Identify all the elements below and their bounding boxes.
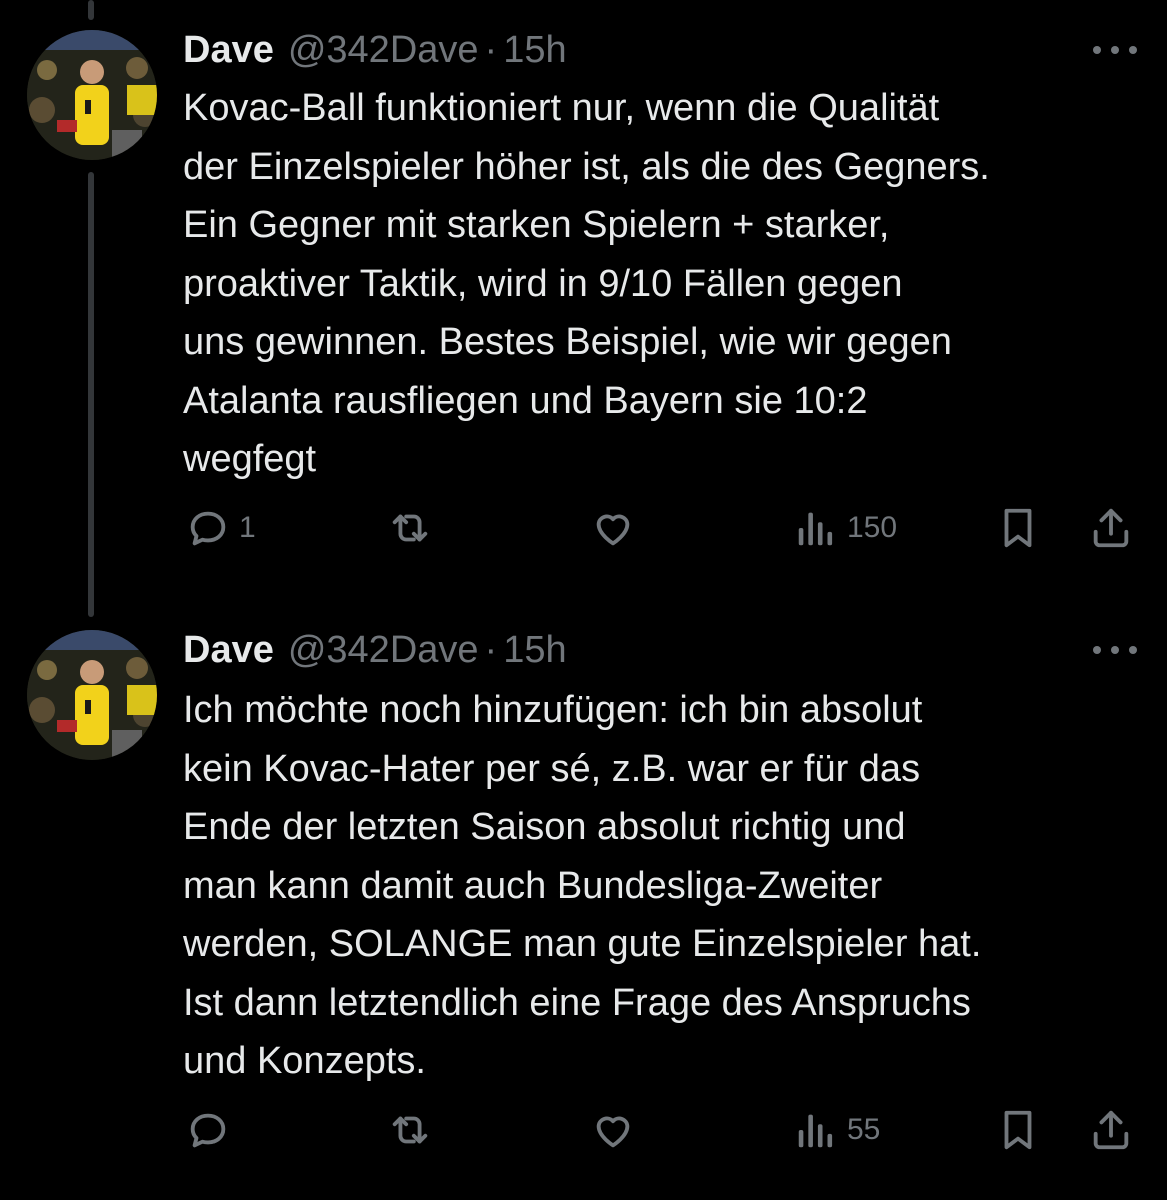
- share-icon: [1093, 508, 1129, 548]
- action-bar: 1 150: [0, 498, 1167, 558]
- repost-icon: [392, 514, 428, 542]
- bookmark-button[interactable]: [995, 1100, 1041, 1160]
- more-icon[interactable]: [1093, 640, 1137, 660]
- view-count: 150: [847, 511, 898, 544]
- separator-dot: ·: [484, 629, 498, 671]
- reply-icon: [190, 511, 226, 546]
- repost-button[interactable]: [387, 498, 433, 558]
- author-name[interactable]: Dave: [183, 625, 274, 675]
- tweet[interactable]: Dave @342Dave · 15h Ich möchte noch hinz…: [0, 600, 1167, 1200]
- views-icon: [798, 1114, 833, 1148]
- more-icon[interactable]: [1093, 40, 1137, 60]
- tweet-text: Ich möchte noch hinzufügen: ich bin abso…: [183, 689, 982, 1082]
- avatar[interactable]: [27, 30, 157, 160]
- tweet-header: Dave @342Dave · 15h: [183, 25, 567, 75]
- author-handle[interactable]: @342Dave: [288, 625, 479, 675]
- avatar[interactable]: [27, 630, 157, 760]
- views-icon: [798, 512, 833, 546]
- separator-dot: ·: [484, 29, 498, 71]
- like-button[interactable]: [590, 498, 636, 558]
- timestamp[interactable]: 15h: [503, 25, 566, 75]
- views-button[interactable]: 55: [793, 1100, 880, 1160]
- share-button[interactable]: [1088, 1100, 1134, 1160]
- author-name[interactable]: Dave: [183, 25, 274, 75]
- view-count: 55: [847, 1113, 881, 1146]
- like-button[interactable]: [590, 1100, 636, 1160]
- reply-button[interactable]: [185, 1100, 239, 1160]
- bookmark-button[interactable]: [995, 498, 1041, 558]
- author-handle[interactable]: @342Dave: [288, 25, 479, 75]
- reply-count: 1: [239, 511, 256, 544]
- share-button[interactable]: [1088, 498, 1134, 558]
- reply-button[interactable]: 1: [185, 498, 256, 558]
- repost-icon: [392, 1116, 428, 1144]
- tweet-header: Dave @342Dave · 15h: [183, 625, 567, 675]
- tweet[interactable]: Dave @342Dave · 15h Kovac-Ball funktioni…: [0, 0, 1167, 600]
- bookmark-icon: [1004, 508, 1032, 548]
- action-bar: 55: [0, 1100, 1167, 1160]
- tweet-text: Kovac-Ball funktioniert nur, wenn die Qu…: [183, 87, 990, 480]
- reply-icon: [190, 1113, 226, 1148]
- share-icon: [1093, 1110, 1129, 1150]
- bookmark-icon: [1004, 1110, 1032, 1150]
- repost-button[interactable]: [387, 1100, 433, 1160]
- views-button[interactable]: 150: [793, 498, 897, 558]
- heart-icon: [596, 514, 630, 546]
- heart-icon: [596, 1116, 630, 1148]
- timestamp[interactable]: 15h: [503, 625, 566, 675]
